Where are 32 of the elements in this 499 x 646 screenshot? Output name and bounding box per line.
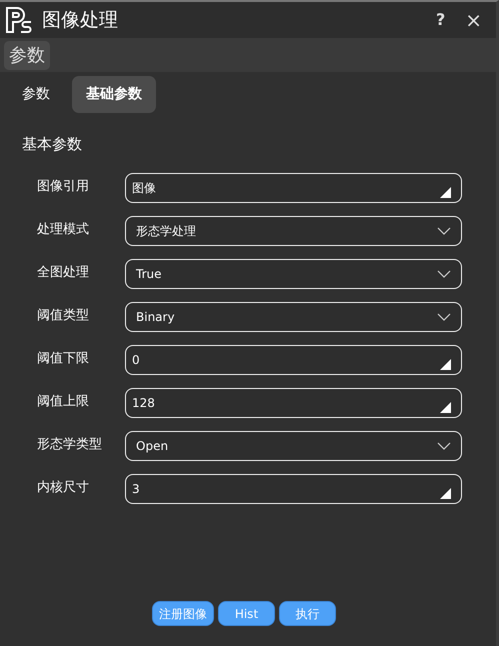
field-label: 图像引用 [37,178,90,196]
section-label: 参数 [4,40,50,70]
field-label: 全图处理 [37,264,90,282]
chevron-down-icon [437,312,451,320]
dropdown[interactable]: Binary [125,302,462,332]
field-label: 处理模式 [37,220,90,238]
field-label: 阈值下限 [37,350,90,368]
field-label: 阈值类型 [37,306,90,324]
tab[interactable]: 参数 [8,76,64,113]
resize-grip-icon [440,488,451,498]
resize-grip-icon [440,402,451,412]
resize-grip-icon [440,186,451,198]
app-logo-icon [4,5,34,35]
input-field[interactable]: 128 [125,388,462,418]
input-field[interactable]: 3 [125,474,462,504]
chevron-down-icon [437,270,451,278]
field-label: 形态学类型 [37,436,103,454]
dropdown[interactable]: Open [125,430,462,460]
field-label: 阈值上限 [37,392,90,410]
window-title: 图像处理 [42,8,118,33]
group-title: 基本参数 [22,134,82,155]
chevron-down-icon [437,226,451,234]
input-field[interactable]: 图像 [125,172,462,202]
chevron-down-icon [437,442,451,450]
field-label: 内核尺寸 [37,478,90,496]
resize-grip-icon [440,358,451,370]
dropdown[interactable]: True [125,258,462,288]
input-field[interactable]: 0 [125,344,462,374]
help-button[interactable]: ? [430,5,452,35]
dropdown[interactable]: 形态学处理 [125,216,462,246]
tab[interactable]: 基础参数 [72,76,156,113]
close-button[interactable]: × [459,5,488,35]
